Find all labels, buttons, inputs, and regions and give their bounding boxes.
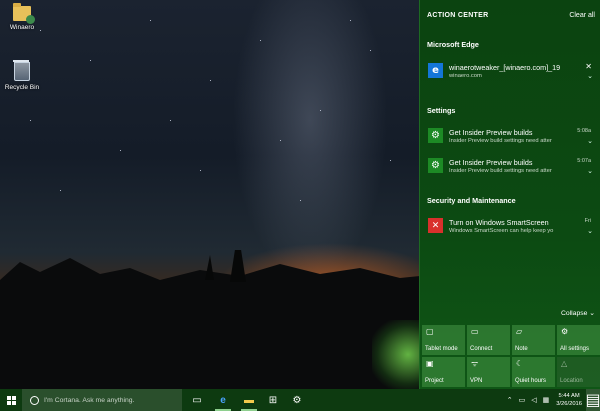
quick-action-label: Quiet hours — [515, 378, 547, 384]
edge-taskbar-icon[interactable]: e — [212, 389, 234, 411]
chevron-down-icon[interactable]: ⌄ — [587, 72, 593, 80]
notification-settings-1[interactable]: ⚙ Get Insider Preview builds Insider Pre… — [425, 126, 597, 152]
quick-action-label: Project — [425, 378, 444, 384]
quick-action-note[interactable]: ▱ Note — [512, 325, 555, 355]
notification-subtitle: Insider Preview build settings need atte… — [449, 138, 552, 144]
notification-time: Fri — [584, 218, 591, 224]
desktop-icon-label: Winaero — [9, 24, 35, 31]
action-center-panel: ACTION CENTER Clear all Microsoft Edge e… — [419, 0, 600, 389]
quick-action-label: All settings — [560, 346, 590, 352]
note-icon: ▱ — [516, 327, 523, 336]
clock[interactable]: 5:44 AM 3/26/2016 — [556, 392, 582, 408]
windows-logo-icon — [6, 395, 16, 405]
notification-subtitle: Insider Preview build settings need atte… — [449, 168, 552, 174]
quick-action-label: Connect — [470, 346, 493, 352]
clear-all-button[interactable]: Clear all — [569, 12, 595, 19]
start-button[interactable] — [0, 389, 22, 411]
quick-action-project[interactable]: ▣ Project — [422, 357, 465, 387]
desktop-icon-recycle-bin[interactable]: Recycle Bin — [0, 60, 44, 91]
quick-action-vpn[interactable]: ᯤ VPN — [467, 357, 510, 387]
notification-title: Get Insider Preview builds — [449, 158, 533, 167]
keyboard-icon[interactable]: ▦ — [543, 396, 550, 404]
cortana-search-input[interactable] — [44, 396, 174, 404]
edge-icon: e — [428, 63, 443, 78]
notification-edge[interactable]: e winaerotweaker_[winaero.com]_19 winaer… — [425, 61, 597, 87]
location-icon: △ — [561, 359, 568, 368]
cortana-search-box[interactable] — [22, 389, 182, 411]
quick-action-label: Note — [515, 346, 528, 352]
notification-time: 5:08a — [577, 128, 591, 134]
vpn-icon: ᯤ — [471, 359, 479, 368]
recycle-bin-icon — [13, 60, 30, 81]
chevron-down-icon[interactable]: ⌄ — [587, 137, 593, 145]
error-icon: ✕ — [428, 218, 443, 233]
group-title-security: Security and Maintenance — [427, 196, 516, 205]
task-view-icon[interactable]: ▭ — [186, 389, 208, 411]
group-title-settings: Settings — [427, 106, 456, 115]
tablet-mode-icon: ▢ — [426, 327, 434, 336]
quick-action-label: Location — [560, 378, 583, 384]
system-tray: ⌃ ▭ ◁ ▦ 5:44 AM 3/26/2016 ▤ — [504, 389, 600, 411]
clock-time: 5:44 AM — [558, 393, 580, 399]
notification-security[interactable]: ✕ Turn on Windows SmartScreen Windows Sm… — [425, 216, 597, 242]
notification-title: Turn on Windows SmartScreen — [449, 218, 549, 227]
gear-icon: ⚙ — [561, 327, 569, 336]
desktop-icon-label: Recycle Bin — [4, 84, 40, 91]
chevron-up-icon[interactable]: ⌃ — [507, 396, 513, 404]
close-icon[interactable]: ✕ — [585, 62, 592, 71]
action-center-header: ACTION CENTER Clear all — [427, 9, 595, 21]
mountain-silhouette — [0, 250, 420, 389]
notification-title: Get Insider Preview builds — [449, 128, 533, 137]
taskbar: ▭ e ▬ ⊞ ⚙ ⌃ ▭ ◁ ▦ 5:44 AM 3/26/2016 ▤ — [0, 389, 600, 411]
project-icon: ▣ — [426, 359, 434, 368]
collapse-label: Collapse — [560, 310, 588, 317]
notification-settings-2[interactable]: ⚙ Get Insider Preview builds Insider Pre… — [425, 156, 597, 182]
quick-action-label: VPN — [470, 378, 483, 384]
volume-icon[interactable]: ◁ — [531, 396, 536, 404]
quick-action-connect[interactable]: ▭ Connect — [467, 325, 510, 355]
folder-icon — [13, 3, 35, 24]
desktop-icon-winaero[interactable]: Winaero — [0, 3, 44, 31]
notification-subtitle: winaero.com — [449, 73, 482, 79]
chevron-down-icon[interactable]: ⌄ — [587, 227, 593, 235]
file-explorer-icon[interactable]: ▬ — [238, 389, 260, 411]
quick-action-tablet-mode[interactable]: ▢ Tablet mode — [422, 325, 465, 355]
group-title-edge: Microsoft Edge — [427, 40, 479, 49]
collapse-button[interactable]: Collapse ⌄ — [561, 309, 595, 317]
settings-gear-icon: ⚙ — [428, 128, 443, 143]
quick-action-all-settings[interactable]: ⚙ All settings — [557, 325, 600, 355]
chevron-down-icon: ⌄ — [589, 310, 595, 317]
quick-action-location[interactable]: △ Location — [557, 357, 600, 387]
quick-action-label: Tablet mode — [425, 346, 458, 352]
action-center-icon[interactable]: ▤ — [585, 389, 600, 411]
notification-subtitle: Windows SmartScreen can help keep yo — [449, 228, 554, 234]
quick-actions-grid: ▢ Tablet mode ▭ Connect ▱ Note ⚙ All set… — [422, 325, 600, 387]
settings-gear-icon: ⚙ — [428, 158, 443, 173]
network-icon[interactable]: ▭ — [519, 396, 526, 404]
notification-time: 5:07a — [577, 158, 591, 164]
connect-icon: ▭ — [471, 327, 479, 336]
chevron-down-icon[interactable]: ⌄ — [587, 167, 593, 175]
cortana-icon — [30, 395, 39, 405]
clock-date: 3/26/2016 — [556, 401, 582, 407]
settings-icon[interactable]: ⚙ — [286, 389, 308, 411]
notification-title: winaerotweaker_[winaero.com]_19 — [449, 63, 561, 72]
moon-icon: ☾ — [516, 359, 524, 368]
store-icon[interactable]: ⊞ — [262, 389, 284, 411]
action-center-title: ACTION CENTER — [427, 11, 489, 19]
quick-action-quiet-hours[interactable]: ☾ Quiet hours — [512, 357, 555, 387]
